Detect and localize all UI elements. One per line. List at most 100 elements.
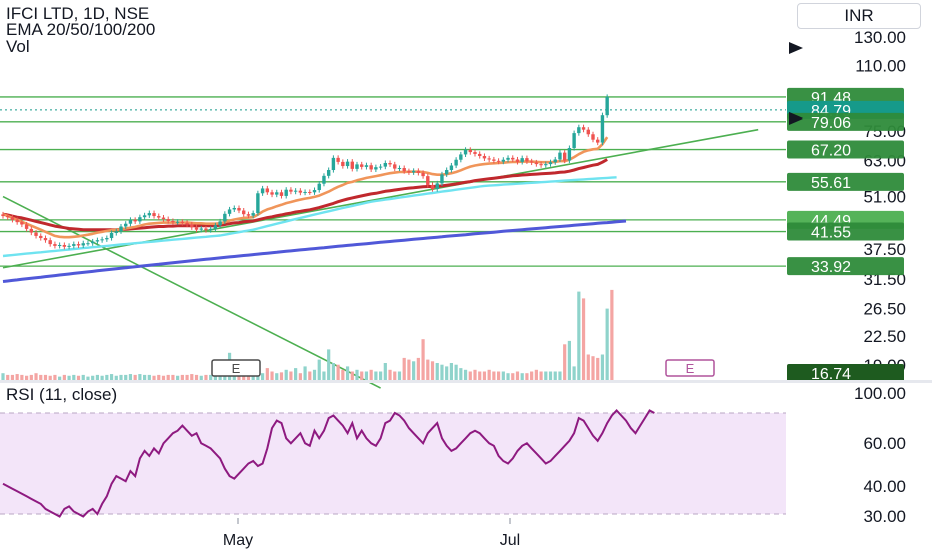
candle[interactable]	[331, 157, 336, 171]
candle[interactable]	[204, 228, 208, 231]
candle[interactable]	[20, 222, 24, 225]
candle[interactable]	[355, 164, 359, 169]
chart-canvas[interactable]: E E130.00110.0075.0063.0051.0037.5031.502…	[0, 0, 932, 550]
candle[interactable]	[444, 170, 449, 175]
candle[interactable]	[81, 243, 85, 246]
candle[interactable]	[265, 188, 270, 193]
candle[interactable]	[223, 213, 227, 222]
candle[interactable]	[364, 165, 369, 167]
candle[interactable]	[478, 153, 482, 157]
candle[interactable]	[72, 244, 76, 246]
candle[interactable]	[119, 226, 123, 232]
candle[interactable]	[256, 193, 260, 214]
candle[interactable]	[336, 157, 340, 162]
candle[interactable]	[57, 244, 62, 246]
candle[interactable]	[213, 225, 218, 229]
candle[interactable]	[232, 208, 236, 210]
candle[interactable]	[388, 163, 392, 165]
candle[interactable]	[190, 224, 194, 228]
candle[interactable]	[317, 183, 321, 191]
candle[interactable]	[43, 238, 48, 241]
candle[interactable]	[586, 129, 590, 135]
candle[interactable]	[322, 175, 326, 184]
candle[interactable]	[562, 152, 567, 161]
candle[interactable]	[449, 165, 454, 171]
candle[interactable]	[53, 244, 57, 246]
trendline-1[interactable]	[2, 128, 759, 269]
candle[interactable]	[180, 221, 185, 223]
candle[interactable]	[208, 228, 213, 231]
candle[interactable]	[520, 158, 524, 162]
candle[interactable]	[572, 133, 576, 149]
candle[interactable]	[175, 221, 180, 223]
candle[interactable]	[171, 221, 175, 223]
candle[interactable]	[10, 217, 15, 220]
candle[interactable]	[128, 219, 133, 224]
candle[interactable]	[511, 157, 515, 160]
candle[interactable]	[109, 232, 114, 239]
candle[interactable]	[114, 231, 118, 233]
candle[interactable]	[515, 159, 520, 162]
candle[interactable]	[166, 219, 170, 221]
candle[interactable]	[558, 152, 562, 160]
candle[interactable]	[374, 167, 378, 170]
candle[interactable]	[199, 228, 203, 230]
candle[interactable]	[227, 209, 232, 214]
candle[interactable]	[279, 192, 284, 196]
candle[interactable]	[24, 224, 29, 229]
alert-arrow-icon[interactable]	[789, 42, 803, 54]
candle[interactable]	[544, 164, 548, 166]
candle[interactable]	[567, 148, 572, 161]
candle[interactable]	[360, 164, 364, 167]
candle[interactable]	[492, 159, 496, 161]
candle[interactable]	[402, 168, 406, 172]
candle[interactable]	[350, 161, 354, 169]
candle[interactable]	[596, 139, 600, 143]
candle[interactable]	[6, 216, 10, 218]
pane-separator[interactable]	[0, 380, 932, 383]
candle[interactable]	[539, 164, 543, 166]
candle[interactable]	[105, 238, 109, 240]
candle[interactable]	[15, 219, 19, 223]
candle[interactable]	[251, 213, 255, 216]
candle[interactable]	[397, 168, 402, 170]
candle[interactable]	[553, 159, 557, 163]
candle[interactable]	[312, 190, 317, 193]
candle[interactable]	[289, 189, 293, 192]
candle[interactable]	[308, 191, 312, 193]
candle[interactable]	[411, 170, 416, 173]
candle[interactable]	[369, 165, 373, 170]
candle[interactable]	[275, 192, 279, 195]
candle[interactable]	[86, 243, 90, 245]
candle[interactable]	[100, 239, 104, 241]
candle[interactable]	[383, 163, 388, 167]
candle[interactable]	[496, 160, 501, 162]
candle[interactable]	[506, 157, 510, 160]
candle[interactable]	[1, 214, 5, 217]
candle[interactable]	[138, 217, 142, 222]
candle[interactable]	[76, 244, 81, 246]
candle[interactable]	[194, 227, 199, 230]
candle[interactable]	[534, 162, 539, 165]
candle[interactable]	[440, 174, 444, 184]
candle[interactable]	[430, 184, 435, 190]
candle[interactable]	[157, 216, 161, 218]
candle[interactable]	[345, 161, 350, 167]
candle[interactable]	[246, 214, 251, 216]
candle[interactable]	[577, 127, 581, 134]
candle[interactable]	[393, 164, 397, 169]
currency-button[interactable]: INR	[797, 3, 921, 29]
candle[interactable]	[605, 96, 609, 116]
candle[interactable]	[298, 190, 303, 193]
candle[interactable]	[468, 149, 472, 153]
candle[interactable]	[218, 221, 222, 226]
candle[interactable]	[501, 159, 506, 162]
candle[interactable]	[161, 217, 166, 220]
candle[interactable]	[326, 170, 331, 176]
candle[interactable]	[529, 161, 534, 163]
candle[interactable]	[152, 213, 156, 217]
candle[interactable]	[185, 222, 189, 225]
candle[interactable]	[39, 235, 43, 239]
candle[interactable]	[124, 223, 128, 227]
candle[interactable]	[67, 245, 71, 247]
